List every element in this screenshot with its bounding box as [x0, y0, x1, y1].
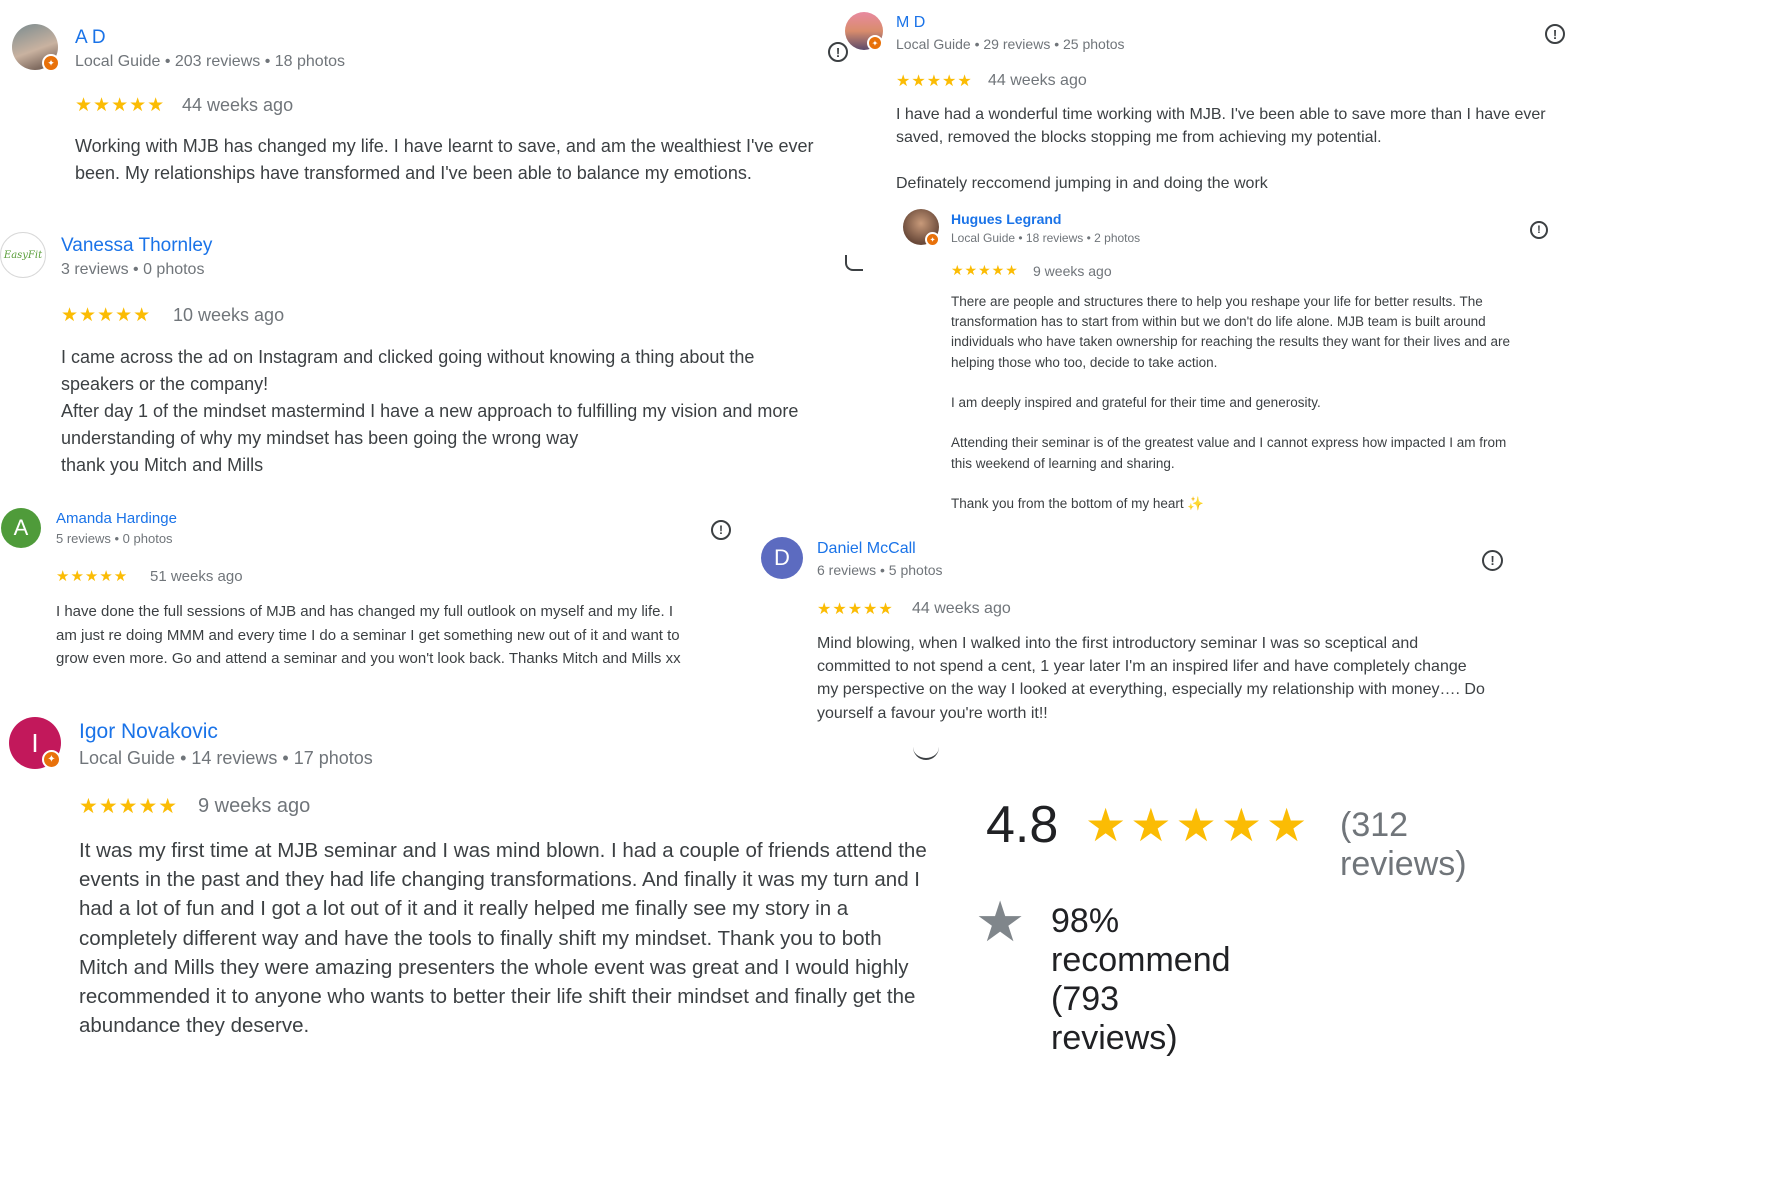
reviewer-meta: 3 reviews • 0 photos [61, 261, 205, 278]
review-date: 10 weeks ago [173, 305, 285, 325]
review-date: 44 weeks ago [912, 600, 1011, 617]
review-text: I came across the ad on Instagram and cl… [61, 347, 799, 475]
review-text: There are people and structures there to… [951, 294, 1511, 512]
report-icon[interactable]: ! [828, 42, 848, 62]
local-guide-badge-icon: ✦ [42, 54, 60, 72]
summary-stars: ★★★★★ [1085, 799, 1312, 851]
easyfit-logo[interactable]: EasyFit [0, 232, 46, 278]
review-date: 9 weeks ago [198, 795, 311, 817]
average-rating: 4.8 [986, 796, 1059, 854]
reviewer-name[interactable]: M D [896, 14, 925, 32]
reviewer-name[interactable]: A D [75, 27, 106, 49]
recommend-star-icon: ★ [975, 890, 1026, 953]
rating-stars: ★★★★★ [896, 73, 973, 90]
reviewer-meta: 6 reviews • 5 photos [817, 562, 943, 578]
report-icon[interactable]: ! [711, 520, 731, 540]
rating-stars: ★★★★★ [79, 795, 179, 818]
review-date: 44 weeks ago [182, 95, 294, 115]
reviewer-meta: 5 reviews • 0 photos [56, 531, 173, 546]
review-date: 51 weeks ago [150, 568, 243, 585]
rating-stars: ★★★★★ [61, 305, 152, 326]
reviewer-avatar[interactable]: D [761, 537, 803, 579]
reviewer-name[interactable]: Vanessa Thornley [61, 235, 212, 257]
reviewer-meta: Local Guide • 18 reviews • 2 photos [951, 231, 1141, 245]
review-text: I have done the full sessions of MJB and… [56, 603, 681, 667]
easyfit-logo-text: EasyFit [3, 249, 43, 261]
reviewer-name[interactable]: Daniel McCall [817, 540, 916, 558]
report-icon[interactable]: ! [1545, 24, 1565, 44]
report-icon[interactable]: ! [1482, 550, 1503, 571]
recommend-summary[interactable]: 98% recommend (793 reviews) [1051, 902, 1231, 1058]
review-text: I have had a wonderful time working with… [896, 106, 1546, 192]
local-guide-badge-icon: ✦ [925, 232, 940, 247]
rating-stars: ★★★★★ [817, 601, 894, 618]
local-guide-badge-icon: ✦ [42, 750, 61, 769]
rating-stars: ★★★★★ [56, 568, 129, 585]
review-date: 9 weeks ago [1033, 263, 1112, 279]
rating-stars: ★★★★★ [75, 95, 166, 116]
reviewer-meta: Local Guide • 203 reviews • 18 photos [75, 53, 346, 70]
review-date: 44 weeks ago [988, 72, 1087, 89]
reviewer-meta: Local Guide • 14 reviews • 17 photos [79, 748, 373, 768]
partial-flag-icon [913, 746, 939, 760]
review-text: It was my first time at MJB seminar and … [79, 839, 927, 1038]
report-icon[interactable]: ! [1530, 221, 1548, 239]
reviewer-avatar[interactable]: A [1, 508, 41, 548]
reviewer-meta: Local Guide • 29 reviews • 25 photos [896, 36, 1125, 52]
reviewer-name[interactable]: Hugues Legrand [951, 211, 1061, 227]
review-text: Working with MJB has changed my life. I … [75, 136, 814, 183]
local-guide-badge-icon: ✦ [867, 35, 883, 51]
rating-stars: ★★★★★ [951, 262, 1019, 278]
review-text: Mind blowing, when I walked into the fir… [817, 635, 1485, 722]
reviewer-name[interactable]: Igor Novakovic [79, 720, 218, 744]
reviewer-name[interactable]: Amanda Hardinge [56, 510, 177, 527]
partial-flag-icon [845, 255, 863, 271]
review-count[interactable]: (312 reviews) [1340, 806, 1467, 884]
